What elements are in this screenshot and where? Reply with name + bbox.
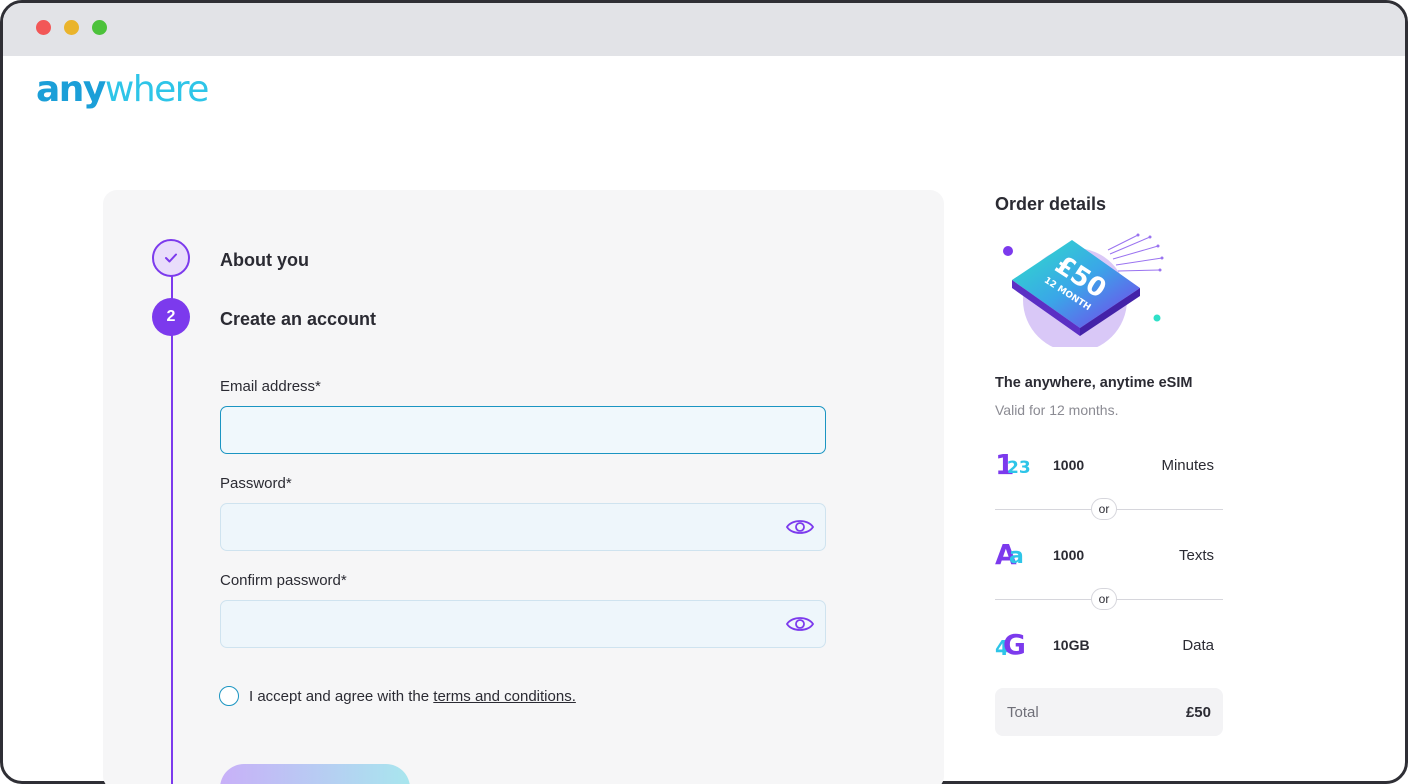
maximize-window-button[interactable] [92, 20, 107, 35]
confirm-password-field[interactable] [220, 600, 826, 648]
email-label: Email address* [220, 378, 321, 395]
order-total: Total £50 [995, 688, 1223, 736]
close-window-button[interactable] [36, 20, 51, 35]
plan-name: The anywhere, anytime eSIM [995, 375, 1193, 391]
data-unit: Data [1182, 637, 1214, 654]
texts-amount: 1000 [1053, 547, 1085, 563]
email-field[interactable] [220, 406, 826, 454]
4g-icon: 4 G [995, 628, 1029, 661]
total-value: £50 [1185, 704, 1211, 721]
letters-icon: A a [995, 538, 1029, 571]
step-label-create-account: Create an account [220, 309, 377, 329]
esim-price-graphic: £50 12 MONTH [1003, 233, 1164, 347]
password-label: Password* [220, 475, 292, 492]
data-amount: 10GB [1053, 637, 1090, 653]
accept-terms-text: I accept and agree with the terms and co… [249, 688, 576, 705]
logo-part-where: where [104, 69, 210, 110]
brand-logo[interactable]: anywhere [36, 68, 210, 112]
step-number-indicator: 2 [152, 298, 190, 336]
password-field[interactable] [220, 503, 826, 551]
confirm-password-label: Confirm password* [220, 572, 347, 589]
show-confirm-password-eye-icon[interactable] [785, 614, 815, 634]
terms-link[interactable]: terms and conditions. [433, 688, 576, 705]
checkmark-icon [165, 253, 177, 263]
or-separator: or [1091, 588, 1117, 610]
4g-icon-main: G [1003, 628, 1026, 661]
submit-button[interactable] [220, 764, 410, 784]
accept-terms-checkbox[interactable] [219, 686, 239, 706]
title-bar [3, 3, 1405, 56]
minimize-window-button[interactable] [64, 20, 79, 35]
minutes-unit: Minutes [1161, 457, 1214, 474]
stepper-line [171, 276, 173, 784]
numbers-icon-sub: 23 [1007, 458, 1031, 478]
plan-validity: Valid for 12 months. [995, 402, 1119, 418]
order-details-title: Order details [995, 194, 1107, 214]
numbers-icon: 1 23 [995, 448, 1031, 481]
show-password-eye-icon[interactable] [785, 517, 815, 537]
texts-unit: Texts [1178, 547, 1214, 564]
step-complete-indicator [152, 239, 190, 277]
or-separator: or [1091, 498, 1117, 520]
minutes-amount: 1000 [1053, 457, 1085, 473]
letters-icon-sub: a [1009, 544, 1024, 569]
step-label-about-you: About you [220, 250, 309, 270]
accept-terms-prefix: I accept and agree with the [249, 688, 434, 705]
total-label: Total [1007, 704, 1039, 721]
logo-part-any: any [36, 69, 106, 110]
